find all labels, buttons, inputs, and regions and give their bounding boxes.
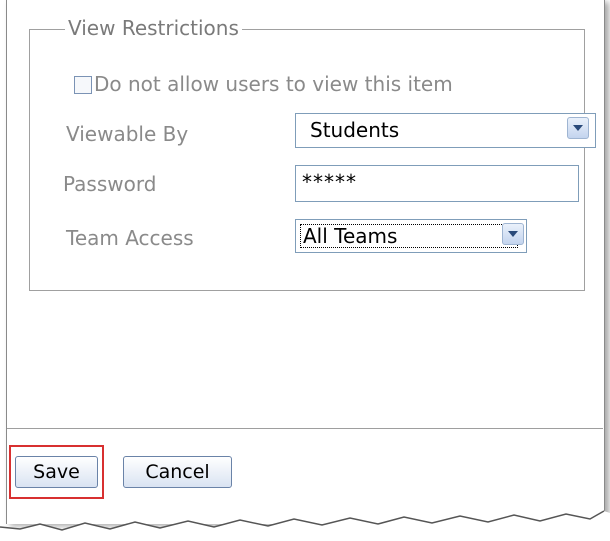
password-label: Password	[63, 172, 157, 196]
password-field[interactable]: *****	[295, 165, 579, 202]
view-restrictions-legend: View Restrictions	[65, 16, 242, 40]
do-not-allow-checkbox[interactable]	[74, 76, 92, 94]
viewable-by-value: Students	[310, 118, 400, 142]
viewable-by-select[interactable]: Students	[295, 113, 596, 148]
do-not-allow-label: Do not allow users to view this item	[94, 72, 453, 96]
cancel-button[interactable]: Cancel	[123, 456, 232, 488]
password-value: *****	[302, 170, 357, 194]
viewable-by-label: Viewable By	[66, 122, 189, 146]
viewable-by-dropdown-arrow-icon[interactable]	[567, 117, 589, 139]
team-access-dropdown-arrow-icon[interactable]	[502, 223, 524, 245]
save-button[interactable]: Save	[15, 456, 98, 488]
team-access-label: Team Access	[66, 226, 194, 250]
team-access-select[interactable]: All Teams	[295, 219, 527, 253]
divider	[7, 428, 603, 429]
team-access-value: All Teams	[300, 224, 519, 248]
torn-edge-decoration	[0, 510, 610, 541]
